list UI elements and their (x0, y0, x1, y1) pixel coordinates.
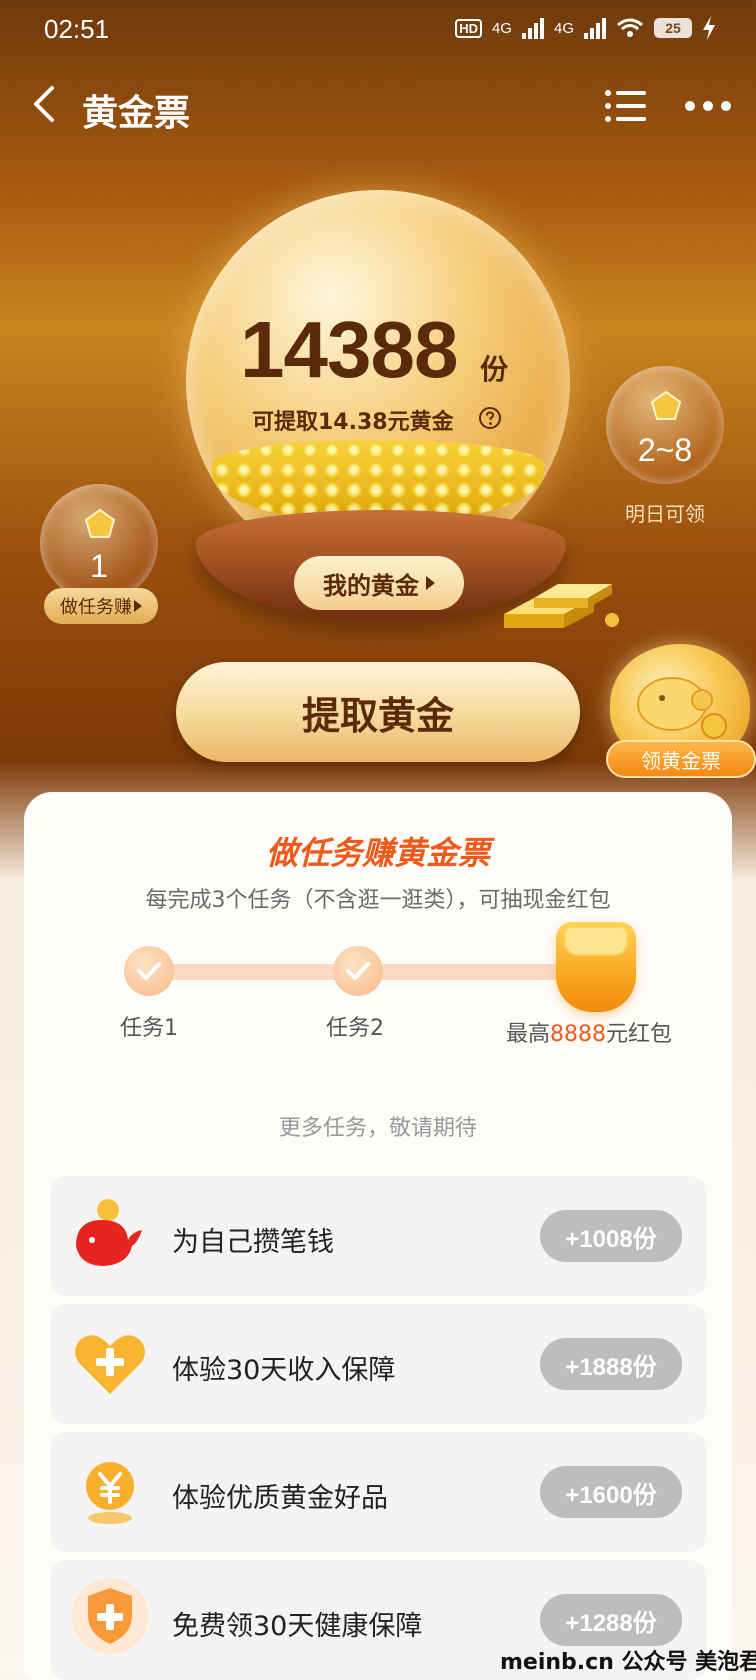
task-earn-tag[interactable]: 做任务赚 (44, 588, 158, 624)
check-icon (137, 962, 161, 980)
step-3-suffix: 元红包 (606, 1022, 673, 1047)
claim-gold-ticket-button[interactable]: 领黄金票 (606, 740, 756, 778)
my-gold-label: 我的黄金 (323, 571, 419, 600)
step-1-label: 任务1 (120, 1016, 178, 1041)
page-title: 黄金票 (82, 93, 191, 134)
check-icon (346, 962, 370, 980)
hd-icon: HD (455, 18, 482, 38)
task-card-title: 做任务赚黄金票 (265, 834, 490, 872)
task-reward-button[interactable]: +1600份 (540, 1466, 682, 1518)
withdrawable-amount: 可提取14.38元黄金 (252, 410, 454, 435)
step-2-label: 任务2 (326, 1016, 384, 1041)
battery-icon: 25 (654, 18, 692, 38)
task-name: 为自己攒笔钱 (172, 1227, 334, 1258)
withdraw-gold-button[interactable]: 提取黄金 (176, 662, 580, 762)
charging-icon (703, 16, 715, 40)
tomorrow-label: 明日可领 (625, 502, 705, 526)
gold-nugget-icon (650, 390, 682, 420)
gold-pile-image (212, 440, 544, 520)
chest-lid (564, 926, 628, 956)
task-name: 体验优质黄金好品 (172, 1483, 388, 1514)
status-icons: HD 4G 4G 25 (455, 16, 716, 40)
shield-plus-icon (72, 1578, 148, 1654)
gold-unit: 份 (480, 353, 509, 386)
task-card-subtitle: 每完成3个任务（不含逛一逛类），可抽现金红包 (145, 888, 611, 913)
step-1-marker (124, 946, 174, 996)
progress-track (150, 964, 620, 980)
status-time: 02:51 (44, 14, 110, 44)
task-name: 免费领30天健康保障 (172, 1611, 423, 1642)
step-3-label: 最高8888元红包 (506, 1016, 672, 1048)
back-icon[interactable] (26, 84, 66, 124)
more-tasks-note: 更多任务，敬请期待 (278, 1116, 477, 1141)
arrow-right-icon (426, 576, 435, 590)
help-icon[interactable] (478, 406, 502, 430)
network-label-2: 4G (553, 19, 574, 37)
task-earn-count: 1 (90, 548, 108, 584)
menu-list-icon[interactable] (604, 88, 648, 124)
task-reward-button[interactable]: +1888份 (540, 1338, 682, 1390)
arrow-right-icon (134, 600, 142, 612)
wifi-icon (617, 18, 643, 37)
heart-plus-icon (75, 1335, 145, 1394)
step-2-marker (333, 946, 383, 996)
gold-bars-image (504, 584, 619, 628)
tomorrow-range: 2~8 (637, 432, 693, 468)
whale-icon (76, 1199, 142, 1266)
gold-count: 14388 (240, 305, 458, 394)
task-earn-label: 做任务赚 (60, 597, 132, 618)
task-name: 体验30天收入保障 (172, 1355, 396, 1386)
step-3-amount: 8888 (550, 1022, 607, 1047)
gold-nugget-icon (84, 508, 116, 538)
more-icon[interactable] (684, 96, 732, 116)
step-3-prefix: 最高 (506, 1022, 551, 1047)
task-reward-button[interactable]: +1288份 (540, 1594, 682, 1646)
task-reward-button[interactable]: +1008份 (540, 1210, 682, 1262)
network-label-1: 4G (491, 19, 512, 37)
my-gold-button[interactable]: 我的黄金 (294, 556, 464, 610)
signal-icon (521, 17, 544, 39)
signal-icon-2 (584, 17, 606, 39)
yuan-coin-icon (86, 1462, 134, 1524)
watermark: meinb.cn 公众号 美泡君 (500, 1650, 756, 1675)
